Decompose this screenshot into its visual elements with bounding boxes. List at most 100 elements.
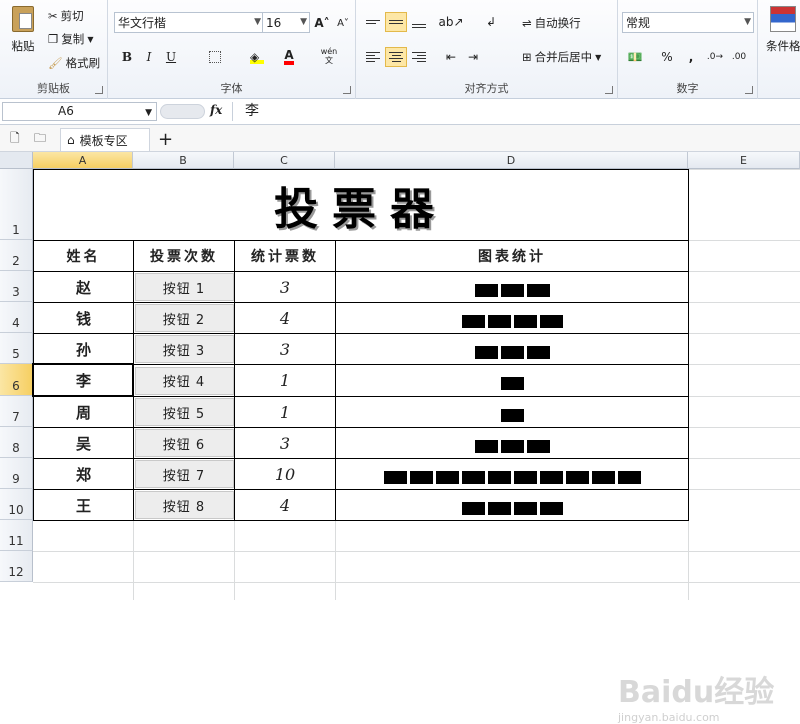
number-launcher-icon[interactable] [745,86,753,94]
name-cell[interactable]: 李 [33,364,134,397]
chart-cell[interactable] [335,458,689,490]
row-header-8[interactable]: 8 [0,427,33,458]
align-top-button[interactable] [362,12,384,32]
name-cell[interactable]: 郑 [33,458,134,490]
row-header-7[interactable]: 7 [0,396,33,427]
vote-button[interactable]: 按钮 6 [134,429,234,457]
row-header-6[interactable]: 6 [0,364,33,396]
name-cell[interactable]: 周 [33,396,134,428]
chart-cell[interactable] [335,427,689,459]
align-middle-button[interactable] [385,12,407,32]
row-header-3[interactable]: 3 [0,271,33,302]
name-cell[interactable]: 赵 [33,271,134,303]
clipboard-launcher-icon[interactable] [95,86,103,94]
align-bottom-button[interactable] [408,12,430,32]
row-header-2[interactable]: 2 [0,240,33,271]
chart-cell[interactable] [335,271,689,303]
count-cell[interactable]: 10 [234,458,336,490]
rtl-button[interactable]: ↲ [480,12,502,32]
count-cell[interactable]: 3 [234,271,336,303]
decrease-indent-button[interactable]: ⇤ [440,47,462,67]
font-size-select[interactable]: 16 ▼ [262,12,310,33]
row-header-4[interactable]: 4 [0,302,33,333]
name-cell[interactable]: 吴 [33,427,134,459]
folder-icon[interactable]: 🗀 [34,128,46,151]
chart-cell[interactable] [335,302,689,334]
chart-cell[interactable] [335,489,689,521]
row-header-12[interactable]: 12 [0,551,33,582]
bold-button[interactable]: B [116,47,138,67]
chart-cell[interactable] [335,396,689,428]
title-cell[interactable]: 投票器 [33,169,689,241]
add-tab-button[interactable]: + [158,128,173,151]
vote-button[interactable]: 按钮 1 [134,273,234,301]
format-painter-button[interactable]: 🖌 格式刷 [48,55,100,71]
tab-template-zone[interactable]: ⌂ 模板专区 [60,128,150,151]
font-launcher-icon[interactable] [343,86,351,94]
align-left-button[interactable] [362,47,384,67]
name-cell[interactable]: 王 [33,489,134,521]
orientation-button[interactable]: ab↗ [438,12,463,32]
count-cell[interactable]: 1 [234,364,336,397]
shrink-font-button[interactable]: A˅ [332,13,354,33]
count-cell[interactable]: 4 [234,489,336,521]
grow-font-button[interactable]: A˄ [311,13,333,33]
column-header-e[interactable]: E [688,152,800,169]
comma-button[interactable]: , [680,47,702,67]
column-header-b[interactable]: B [133,152,234,169]
formula-input[interactable]: 李 [232,102,800,121]
increase-indent-button[interactable]: ⇥ [462,47,484,67]
italic-button[interactable]: I [138,47,160,67]
copy-button[interactable]: ❐ 复制 ▼ [48,31,93,47]
currency-button[interactable]: 💵 [624,47,646,67]
insert-function-button[interactable]: fx [210,103,222,117]
font-color-button[interactable]: A [278,47,300,67]
count-cell[interactable]: 3 [234,427,336,459]
font-name-select[interactable]: 华文行楷 ▼ [114,12,264,33]
row-header-9[interactable]: 9 [0,458,33,489]
header-vote-times[interactable]: 投票次数 [133,240,235,272]
vote-button[interactable]: 按钮 5 [134,398,234,426]
column-header-c[interactable]: C [234,152,335,169]
increase-decimal-button[interactable]: .0→ [704,47,726,67]
decrease-decimal-button[interactable]: .00 [728,47,750,67]
select-all-corner[interactable] [0,152,33,169]
chart-cell[interactable] [335,333,689,365]
name-cell[interactable]: 钱 [33,302,134,334]
row-header-5[interactable]: 5 [0,333,33,364]
align-right-button[interactable] [408,47,430,67]
name-cell[interactable]: 孙 [33,333,134,365]
conditional-format-button[interactable]: 条件格 [766,6,800,54]
percent-button[interactable]: % [656,47,678,67]
column-header-d[interactable]: D [335,152,688,169]
count-cell[interactable]: 4 [234,302,336,334]
header-chart[interactable]: 图表统计 [335,240,689,272]
vote-button[interactable]: 按钮 4 [134,366,234,395]
header-name[interactable]: 姓名 [33,240,134,272]
vote-button[interactable]: 按钮 3 [134,335,234,363]
borders-button[interactable] [204,47,226,67]
count-cell[interactable]: 3 [234,333,336,365]
align-center-button[interactable] [385,47,407,67]
vote-button[interactable]: 按钮 2 [134,304,234,332]
row-header-10[interactable]: 10 [0,489,33,520]
number-format-select[interactable]: 常规 ▼ [622,12,754,33]
row-header-1[interactable]: 1 [0,169,33,240]
row-header-11[interactable]: 11 [0,520,33,551]
column-header-a[interactable]: A [33,152,133,169]
name-box[interactable]: A6 ▼ [2,102,157,121]
cut-button[interactable]: ✂ 剪切 [48,8,84,24]
new-file-icon[interactable]: 🗋 [10,128,20,151]
fill-color-button[interactable]: ◈ [246,47,268,67]
header-vote-count[interactable]: 统计票数 [234,240,336,272]
vote-button[interactable]: 按钮 7 [134,460,234,488]
merge-center-button[interactable]: ⊞ 合并后居中 ▼ [522,49,601,65]
phonetic-button[interactable]: wén 文 [318,46,340,66]
paste-button[interactable]: 粘贴 [6,6,40,54]
chart-cell[interactable] [335,364,689,397]
alignment-launcher-icon[interactable] [605,86,613,94]
count-cell[interactable]: 1 [234,396,336,428]
vote-button[interactable]: 按钮 8 [134,491,234,519]
wrap-text-button[interactable]: ⇌ 自动换行 [522,15,581,31]
underline-button[interactable]: U [160,47,182,67]
